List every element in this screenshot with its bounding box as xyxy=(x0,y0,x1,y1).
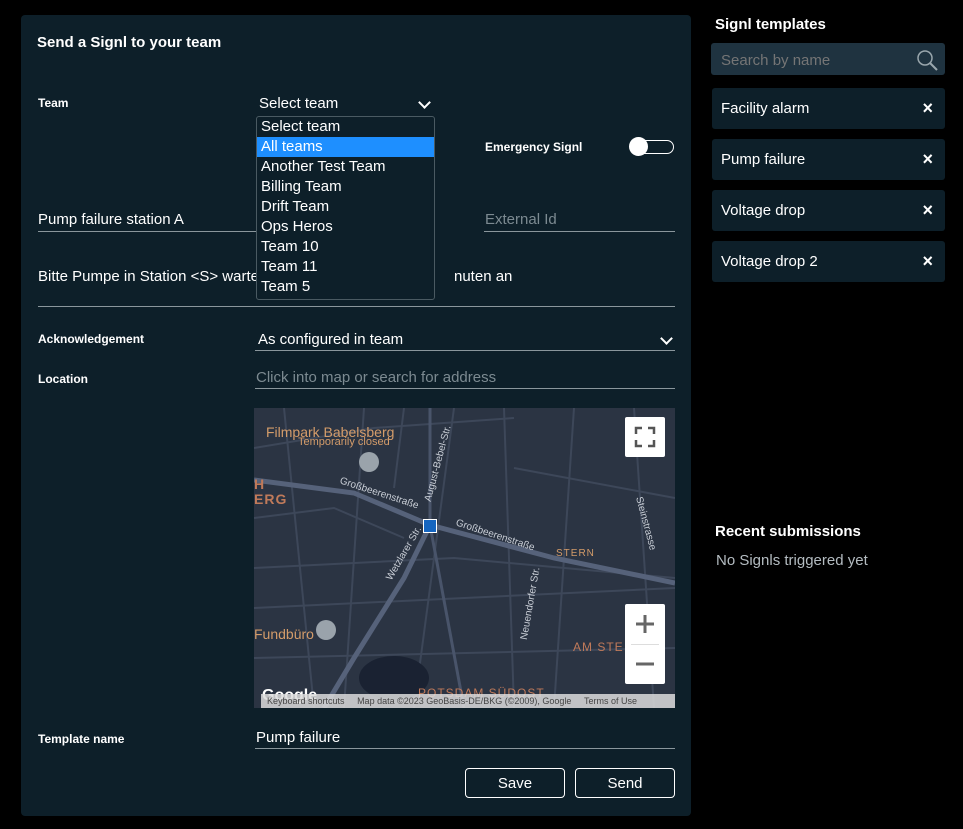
templates-title: Signl templates xyxy=(715,16,826,33)
template-item-label: Voltage drop xyxy=(721,202,806,219)
close-icon[interactable]: × xyxy=(922,149,933,170)
subject-value: Pump failure station A xyxy=(38,211,184,228)
map-label-stern: STERN xyxy=(556,548,595,559)
map-roads xyxy=(254,408,675,708)
close-icon[interactable]: × xyxy=(922,200,933,221)
save-button[interactable]: Save xyxy=(465,768,565,798)
search-icon xyxy=(917,50,938,71)
team-option-highlighted[interactable]: All teams xyxy=(257,137,434,157)
send-button[interactable]: Send xyxy=(575,768,675,798)
acknowledgement-select[interactable]: As configured in team xyxy=(255,330,675,351)
map-attribution-bar: Keyboard shortcuts Map data ©2023 GeoBas… xyxy=(261,694,675,708)
emergency-label: Emergency Signl xyxy=(485,140,583,154)
message-underline xyxy=(38,306,675,307)
close-icon[interactable]: × xyxy=(922,251,933,272)
template-item[interactable]: Facility alarm × xyxy=(712,88,945,129)
close-icon[interactable]: × xyxy=(922,98,933,119)
template-name-label: Template name xyxy=(38,732,125,746)
zoom-in-button[interactable] xyxy=(625,604,665,644)
team-select-value: Select team xyxy=(259,95,339,112)
team-option[interactable]: Select team xyxy=(257,117,434,137)
template-item-label: Pump failure xyxy=(721,151,806,168)
template-search-box[interactable] xyxy=(711,43,945,75)
form-title: Send a Signl to your team xyxy=(37,34,222,51)
team-select[interactable]: Select team xyxy=(256,94,433,114)
museum-pin-icon[interactable] xyxy=(316,620,336,640)
map-label-temp-closed: Temporarily closed xyxy=(298,436,390,448)
fullscreen-button[interactable] xyxy=(625,417,665,457)
fullscreen-icon xyxy=(634,426,656,448)
terms-link[interactable]: Terms of Use xyxy=(584,696,637,706)
map-label-erg: ERG xyxy=(254,491,288,507)
subject-underline xyxy=(238,231,256,232)
transit-stop-icon[interactable] xyxy=(423,519,437,533)
chevron-down-icon xyxy=(418,96,431,109)
location-search-input[interactable]: Click into map or search for address xyxy=(255,368,675,389)
message-text-end: nuten an xyxy=(454,268,513,285)
recent-title: Recent submissions xyxy=(715,523,861,540)
external-id-placeholder: External Id xyxy=(485,211,557,228)
external-id-field[interactable]: External Id xyxy=(484,211,675,232)
plus-icon xyxy=(636,615,654,633)
template-item[interactable]: Voltage drop × xyxy=(712,190,945,231)
zoom-controls xyxy=(625,604,665,684)
team-dropdown-list: Select team All teams Another Test Team … xyxy=(256,116,435,300)
location-placeholder: Click into map or search for address xyxy=(256,369,497,386)
subject-field[interactable]: Pump failure station A xyxy=(38,211,238,232)
location-label: Location xyxy=(38,372,88,386)
team-option[interactable]: Team 10 xyxy=(257,237,434,257)
team-label: Team xyxy=(38,96,69,110)
recent-empty-text: No Signls triggered yet xyxy=(716,552,868,569)
team-option[interactable]: Ops Heros xyxy=(257,217,434,237)
zoom-out-button[interactable] xyxy=(625,644,665,684)
team-option[interactable]: Drift Team xyxy=(257,197,434,217)
message-text-start: Bitte Pumpe in Station <S> warter xyxy=(38,268,264,285)
map-pin-icon[interactable] xyxy=(359,452,379,472)
acknowledgement-label: Acknowledgement xyxy=(38,332,145,346)
toggle-knob xyxy=(629,137,648,156)
map[interactable]: Filmpark Babelsberg Temporarily closed H… xyxy=(254,408,675,708)
map-label-h: H xyxy=(254,476,265,492)
map-data-text: Map data ©2023 GeoBasis-DE/BKG (©2009), … xyxy=(357,696,572,706)
keyboard-shortcuts-link[interactable]: Keyboard shortcuts xyxy=(267,696,345,706)
map-label-fundburo: Fundbüro xyxy=(254,626,314,642)
map-label-am-stern: AM STE xyxy=(573,640,624,654)
team-option[interactable]: Billing Team xyxy=(257,177,434,197)
team-option[interactable]: Another Test Team xyxy=(257,157,434,177)
template-name-input[interactable]: Pump failure xyxy=(255,728,675,749)
template-item[interactable]: Voltage drop 2 × xyxy=(712,241,945,282)
emergency-toggle[interactable] xyxy=(629,137,674,156)
template-item-label: Voltage drop 2 xyxy=(721,253,818,270)
acknowledgement-value: As configured in team xyxy=(258,331,404,348)
chevron-down-icon xyxy=(660,332,673,345)
template-search-input[interactable] xyxy=(719,49,913,71)
template-item-label: Facility alarm xyxy=(721,100,810,117)
team-option[interactable]: Team 11 xyxy=(257,257,434,277)
template-name-value: Pump failure xyxy=(256,729,341,746)
team-option[interactable]: Team 5 xyxy=(257,277,434,297)
minus-icon xyxy=(636,662,654,666)
template-item[interactable]: Pump failure × xyxy=(712,139,945,180)
